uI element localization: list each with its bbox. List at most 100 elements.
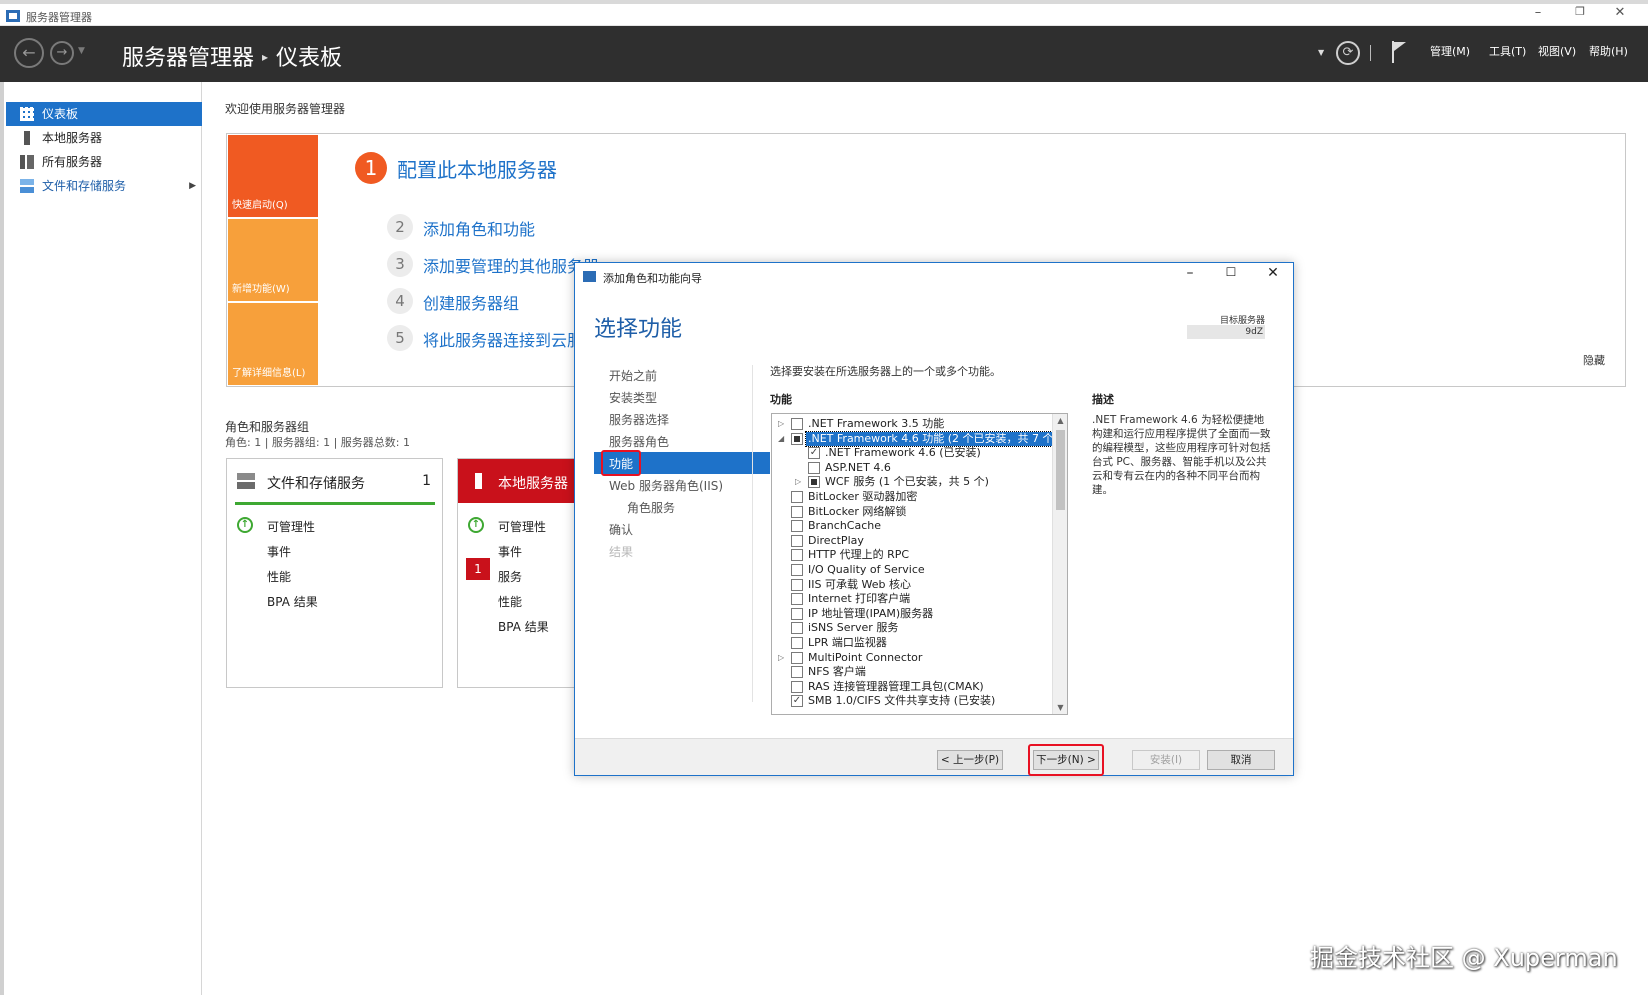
scrollbar-thumb[interactable] xyxy=(1056,430,1065,510)
feature-item[interactable]: HTTP 代理上的 RPC xyxy=(772,548,1052,562)
sidebar-item-local-server[interactable]: 本地服务器 xyxy=(6,126,202,150)
card-header[interactable]: 文件和存储服务 1 xyxy=(235,459,435,505)
menu-help[interactable]: 帮助(H) xyxy=(1589,43,1628,59)
previous-button[interactable]: < 上一步(P) xyxy=(937,750,1003,770)
card-row-bpa[interactable]: BPA 结果 xyxy=(498,618,549,635)
tile-whats-new[interactable]: 新增功能(W) xyxy=(228,219,318,301)
nav-web-server-role[interactable]: Web 服务器角色(IIS) xyxy=(609,477,723,494)
tile-quick-start[interactable]: 快速启动(Q) xyxy=(228,135,318,217)
features-tree[interactable]: ✓ SMB 1.0/CIFS 文件共享支持 (已安装) RAS 连接管理器管理工具包… xyxy=(771,413,1068,715)
feature-checkbox[interactable] xyxy=(791,505,803,518)
feature-checkbox[interactable] xyxy=(791,578,803,591)
feature-item[interactable]: ▷ .NET Framework 3.5 功能 xyxy=(772,417,1052,431)
menu-tools[interactable]: 工具(T) xyxy=(1489,43,1526,59)
card-row-services[interactable]: 服务 xyxy=(498,568,522,585)
card-row-manageability[interactable]: 可管理性 xyxy=(498,518,546,535)
notifications-flag-icon[interactable] xyxy=(1392,41,1406,63)
feature-checkbox[interactable]: ✓ xyxy=(808,447,820,460)
feature-checkbox[interactable] xyxy=(791,607,803,620)
feature-checkbox[interactable] xyxy=(791,432,803,445)
step-link[interactable]: 将此服务器连接到云服务 xyxy=(423,327,599,351)
card-header[interactable]: 本地服务器 xyxy=(458,459,576,503)
hide-link[interactable]: 隐藏 xyxy=(1583,352,1605,368)
feature-item[interactable]: ✓ .NET Framework 4.6 (已安装) xyxy=(772,446,1052,460)
feature-item[interactable]: LPR 端口监视器 xyxy=(772,636,1052,650)
card-row-events[interactable]: 事件 xyxy=(498,543,522,560)
feature-item[interactable]: IP 地址管理(IPAM)服务器 xyxy=(772,607,1052,621)
expand-toggle-icon[interactable]: ▷ xyxy=(795,475,805,489)
sidebar-item-file-storage[interactable]: 文件和存储服务 ▶ xyxy=(6,174,202,198)
feature-item[interactable]: ▷ WCF 服务 (1 个已安装，共 5 个) xyxy=(772,475,1052,489)
scroll-down-icon[interactable]: ▼ xyxy=(1053,703,1067,712)
feature-item[interactable]: Internet 打印客户端 xyxy=(772,592,1052,606)
feature-checkbox[interactable] xyxy=(808,476,820,489)
step-link[interactable]: 添加要管理的其他服务器 xyxy=(423,253,599,277)
sidebar-item-dashboard[interactable]: 仪表板 xyxy=(6,102,202,126)
feature-checkbox[interactable]: ✓ xyxy=(791,695,803,708)
feature-checkbox[interactable] xyxy=(791,564,803,576)
card-row-performance[interactable]: 性能 xyxy=(267,568,291,585)
feature-item[interactable]: ✓ SMB 1.0/CIFS 文件共享支持 (已安装) xyxy=(772,694,1052,708)
feature-item[interactable]: BitLocker 网络解锁 xyxy=(772,505,1052,519)
nav-features[interactable]: 功能 xyxy=(594,450,770,476)
close-button[interactable]: ✕ xyxy=(1608,5,1632,20)
feature-checkbox[interactable] xyxy=(791,418,803,430)
tile-learn-more[interactable]: 了解详细信息(L) xyxy=(228,303,318,385)
dialog-close-button[interactable]: ✕ xyxy=(1258,265,1288,281)
feature-item[interactable]: iSNS Server 服务 xyxy=(772,621,1052,635)
expand-arrow-icon[interactable]: ▶ xyxy=(189,174,196,198)
menu-view[interactable]: 视图(V) xyxy=(1538,43,1576,59)
feature-checkbox[interactable] xyxy=(808,461,820,474)
history-dropdown-icon[interactable]: ▼ xyxy=(78,46,85,56)
refresh-dropdown-icon[interactable]: ▼ xyxy=(1318,48,1324,57)
feature-item[interactable]: I/O Quality of Service xyxy=(772,563,1052,577)
feature-item[interactable]: BitLocker 驱动器加密 xyxy=(772,490,1052,504)
restore-button[interactable]: ❐ xyxy=(1568,5,1592,18)
card-row-manageability[interactable]: 可管理性 xyxy=(267,518,315,535)
expand-toggle-icon[interactable]: ◢ xyxy=(778,432,788,446)
step-link[interactable]: 创建服务器组 xyxy=(423,290,519,314)
feature-item[interactable]: IIS 可承载 Web 核心 xyxy=(772,578,1052,592)
feature-item[interactable]: ◢ .NET Framework 4.6 功能 (2 个已安装，共 7 个) xyxy=(772,430,1061,447)
nav-confirmation[interactable]: 确认 xyxy=(609,521,633,538)
nav-installation-type[interactable]: 安装类型 xyxy=(609,389,657,406)
nav-before-you-begin[interactable]: 开始之前 xyxy=(609,367,657,384)
feature-checkbox[interactable] xyxy=(791,593,803,606)
feature-checkbox[interactable] xyxy=(791,680,803,693)
forward-arrow-icon[interactable]: → xyxy=(50,41,74,65)
next-button[interactable]: 下一步(N) > xyxy=(1033,750,1099,770)
scroll-up-icon[interactable]: ▲ xyxy=(1053,416,1067,425)
feature-item[interactable]: RAS 连接管理器管理工具包(CMAK) xyxy=(772,680,1052,694)
card-row-bpa[interactable]: BPA 结果 xyxy=(267,593,318,610)
feature-checkbox[interactable] xyxy=(791,637,803,649)
minimize-button[interactable]: – xyxy=(1526,5,1550,20)
feature-checkbox[interactable] xyxy=(791,622,803,635)
step-link[interactable]: 添加角色和功能 xyxy=(423,216,535,240)
step-link[interactable]: 配置此本地服务器 xyxy=(397,154,557,183)
menu-manage[interactable]: 管理(M) xyxy=(1430,43,1470,59)
expand-toggle-icon[interactable]: ▷ xyxy=(778,417,788,431)
expand-toggle-icon[interactable]: ▷ xyxy=(778,651,788,665)
feature-item[interactable]: BranchCache xyxy=(772,519,1052,533)
feature-checkbox[interactable] xyxy=(791,549,803,562)
role-card-file-storage[interactable]: 文件和存储服务 1 ↑ 可管理性 事件 性能 BPA 结果 xyxy=(226,458,443,688)
feature-item[interactable]: NFS 客户端 xyxy=(772,665,1052,679)
nav-server-roles[interactable]: 服务器角色 xyxy=(609,433,669,450)
nav-server-selection[interactable]: 服务器选择 xyxy=(609,411,669,428)
sidebar-item-all-servers[interactable]: 所有服务器 xyxy=(6,150,202,174)
feature-checkbox[interactable] xyxy=(791,651,803,664)
nav-role-services[interactable]: 角色服务 xyxy=(627,499,675,516)
feature-item[interactable]: ASP.NET 4.6 xyxy=(772,461,1052,475)
feature-item[interactable]: DirectPlay xyxy=(772,534,1052,548)
dialog-minimize-button[interactable]: – xyxy=(1175,265,1205,281)
dialog-maximize-button[interactable]: ☐ xyxy=(1216,265,1246,279)
back-arrow-icon[interactable]: ← xyxy=(14,38,44,68)
tree-scrollbar[interactable]: ▲ ▼ xyxy=(1052,414,1067,714)
cancel-button[interactable]: 取消 xyxy=(1207,750,1275,770)
feature-checkbox[interactable] xyxy=(791,491,803,503)
feature-checkbox[interactable] xyxy=(791,666,803,679)
role-card-local-server[interactable]: 本地服务器 ↑ 可管理性 事件 1 服务 性能 BPA 结果 xyxy=(457,458,577,688)
card-row-events[interactable]: 事件 xyxy=(267,543,291,560)
card-row-performance[interactable]: 性能 xyxy=(498,593,522,610)
feature-item[interactable]: ▷ MultiPoint Connector xyxy=(772,651,1052,665)
